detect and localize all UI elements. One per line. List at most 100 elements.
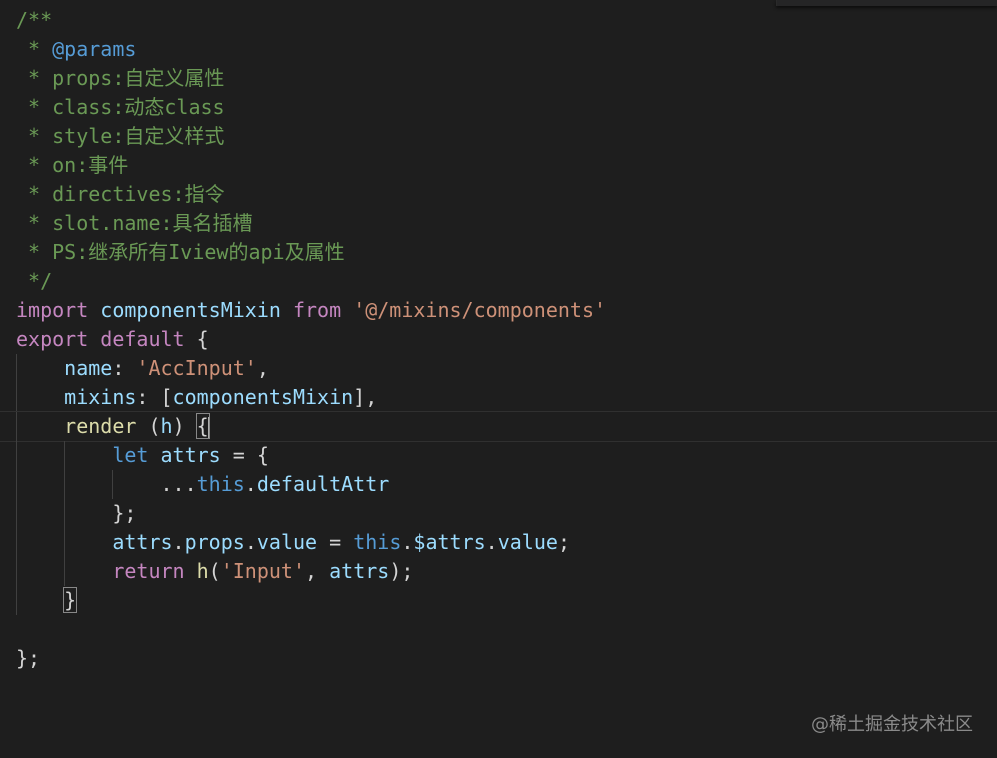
indent-guide	[16, 441, 17, 470]
code-token: let	[112, 443, 149, 467]
code-token: )	[172, 414, 197, 438]
code-token: h	[160, 414, 173, 438]
code-token: 'AccInput'	[136, 356, 257, 380]
code-line[interactable]: ...this.defaultAttr	[16, 470, 991, 499]
code-token: * style:自定义样式	[16, 124, 225, 148]
code-line[interactable]: export default {	[16, 325, 991, 354]
indent-guide	[16, 528, 17, 557]
code-token: .	[172, 530, 185, 554]
code-token: : [	[136, 385, 173, 409]
code-token: * PS:继承所有Iview的api及属性	[16, 240, 345, 264]
code-token: defaultAttr	[256, 472, 390, 496]
code-token: /**	[16, 8, 53, 32]
code-token: (	[136, 414, 161, 438]
code-editor[interactable]: /** * @params * props:自定义属性 * class:动态cl…	[0, 0, 997, 758]
code-token: componentsMixin	[100, 298, 281, 322]
code-line[interactable]: * PS:继承所有Iview的api及属性	[16, 238, 991, 267]
code-token: .	[401, 530, 414, 554]
code-token: @params	[52, 37, 137, 61]
code-line[interactable]: * class:动态class	[16, 93, 991, 122]
code-line[interactable]: }	[16, 586, 991, 615]
code-token: };	[16, 501, 137, 525]
code-line[interactable]: * directives:指令	[16, 180, 991, 209]
code-token: $attrs	[413, 530, 486, 554]
code-token: ,	[305, 559, 330, 583]
code-line[interactable]: };	[16, 499, 991, 528]
watermark: @稀土掘金技术社区	[811, 714, 973, 735]
code-line[interactable]: * on:事件	[16, 151, 991, 180]
indent-guide	[64, 470, 66, 499]
indent-guide	[16, 499, 17, 528]
code-token: };	[16, 646, 41, 670]
code-token: import	[16, 298, 89, 322]
code-token: ...	[16, 472, 197, 496]
code-line[interactable]: name: 'AccInput',	[16, 354, 991, 383]
code-token: from	[292, 298, 342, 322]
code-token: * props:自定义属性	[16, 66, 225, 90]
code-token: componentsMixin	[172, 385, 354, 409]
code-token: 'Input'	[220, 559, 306, 583]
code-token: *	[16, 37, 53, 61]
code-token: * slot.name:具名插槽	[16, 211, 253, 235]
code-token: render	[64, 414, 137, 438]
code-token: this	[353, 530, 402, 554]
code-line[interactable]	[16, 615, 991, 644]
indent-guide	[16, 557, 17, 586]
code-line[interactable]: };	[16, 644, 991, 673]
code-token: =	[317, 530, 354, 554]
code-line[interactable]: * @params	[16, 35, 991, 64]
indent-guide	[16, 354, 17, 383]
indent-guide	[64, 528, 66, 557]
code-line[interactable]: let attrs = {	[16, 441, 991, 470]
indent-guide	[16, 470, 17, 499]
code-token: value	[256, 530, 318, 554]
code-token: .	[244, 530, 257, 554]
indent-guide	[16, 383, 17, 412]
code-token: = {	[220, 443, 269, 467]
indent-guide	[16, 412, 17, 441]
code-token: }	[63, 587, 78, 613]
code-token: mixins	[64, 385, 137, 409]
indent-guide	[64, 441, 66, 470]
code-token: value	[497, 530, 558, 554]
code-line[interactable]: return h('Input', attrs);	[16, 557, 991, 586]
code-line[interactable]: /**	[16, 6, 991, 35]
code-token: return	[112, 559, 185, 583]
code-line[interactable]: attrs.props.value = this.$attrs.value;	[16, 528, 991, 557]
code-line[interactable]: import componentsMixin from '@/mixins/co…	[16, 296, 991, 325]
code-line[interactable]: mixins: [componentsMixin],	[16, 383, 991, 412]
code-line[interactable]: render (h) {	[0, 411, 997, 442]
indent-guide	[112, 470, 114, 499]
code-token: :	[112, 356, 137, 380]
code-token: ],	[353, 385, 378, 409]
code-token: */	[16, 269, 53, 293]
code-token: props	[184, 530, 245, 554]
code-line[interactable]: * slot.name:具名插槽	[16, 209, 991, 238]
code-token: this	[196, 472, 245, 496]
code-token: (	[208, 559, 221, 583]
code-line[interactable]: */	[16, 267, 991, 296]
code-token: ;	[557, 530, 570, 554]
code-line[interactable]: * props:自定义属性	[16, 64, 991, 93]
code-token: attrs	[112, 530, 173, 554]
code-token: h	[196, 559, 209, 583]
code-token: .	[244, 472, 257, 496]
code-line[interactable]: * style:自定义样式	[16, 122, 991, 151]
indent-guide	[16, 586, 17, 615]
text-cursor	[207, 416, 210, 439]
code-token: * directives:指令	[16, 182, 225, 206]
code-area[interactable]: /** * @params * props:自定义属性 * class:动态cl…	[0, 6, 997, 673]
code-token: '@/mixins/components'	[353, 298, 607, 322]
code-token: );	[389, 559, 414, 583]
code-token: * on:事件	[16, 153, 129, 177]
